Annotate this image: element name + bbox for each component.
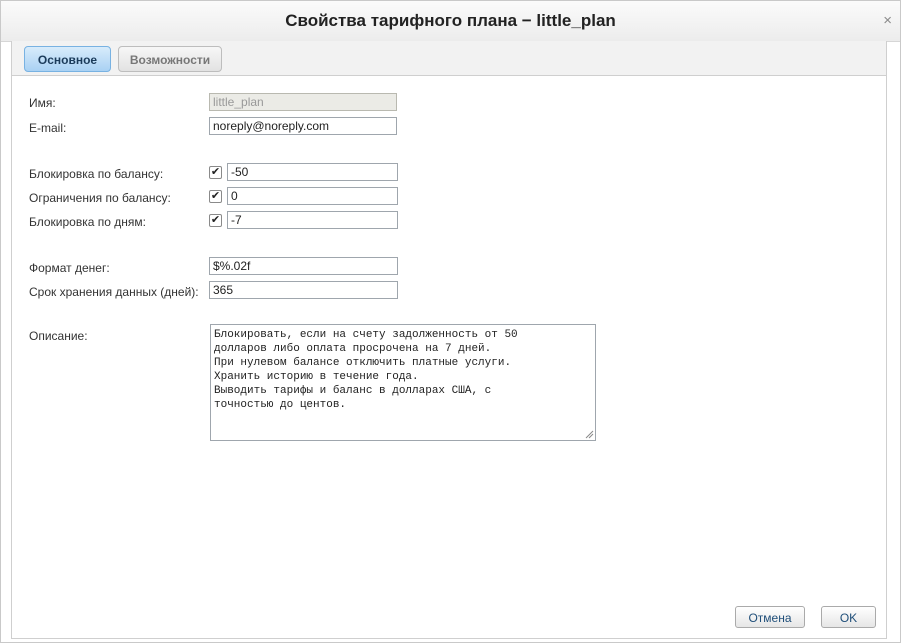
tab-features[interactable]: Возможности (118, 46, 222, 72)
money-format-field[interactable] (209, 257, 398, 275)
balance-limit-field[interactable] (227, 187, 398, 205)
balance-block-checkbox[interactable]: ✔ (209, 166, 222, 179)
email-label: E-mail: (29, 121, 67, 135)
balance-block-label: Блокировка по балансу: (29, 167, 164, 181)
tab-general[interactable]: Основное (24, 46, 111, 72)
resize-grip-icon[interactable] (584, 429, 594, 439)
tab-bar: Основное Возможности (12, 41, 886, 76)
dialog-content: Основное Возможности Имя: E-mail: Блокир… (11, 41, 887, 639)
dialog-title: Свойства тарифного плана − little_plan (285, 11, 616, 30)
email-field[interactable] (209, 117, 397, 135)
description-textarea[interactable] (210, 324, 596, 441)
balance-limit-label: Ограничения по балансу: (29, 191, 171, 205)
dialog-titlebar: Свойства тарифного плана − little_plan × (1, 1, 900, 42)
balance-limit-checkbox[interactable]: ✔ (209, 190, 222, 203)
description-label: Описание: (29, 329, 88, 343)
ok-button[interactable]: OK (821, 606, 876, 628)
retention-field[interactable] (209, 281, 398, 299)
tariff-plan-dialog: Свойства тарифного плана − little_plan ×… (0, 0, 901, 643)
balance-block-field[interactable] (227, 163, 398, 181)
name-label: Имя: (29, 96, 56, 110)
days-block-label: Блокировка по дням: (29, 215, 146, 229)
money-format-label: Формат денег: (29, 261, 110, 275)
days-block-field[interactable] (227, 211, 398, 229)
name-field[interactable] (209, 93, 397, 111)
close-icon[interactable]: × (883, 13, 892, 29)
days-block-checkbox[interactable]: ✔ (209, 214, 222, 227)
cancel-button[interactable]: Отмена (735, 606, 805, 628)
retention-label: Срок хранения данных (дней): (29, 285, 199, 299)
